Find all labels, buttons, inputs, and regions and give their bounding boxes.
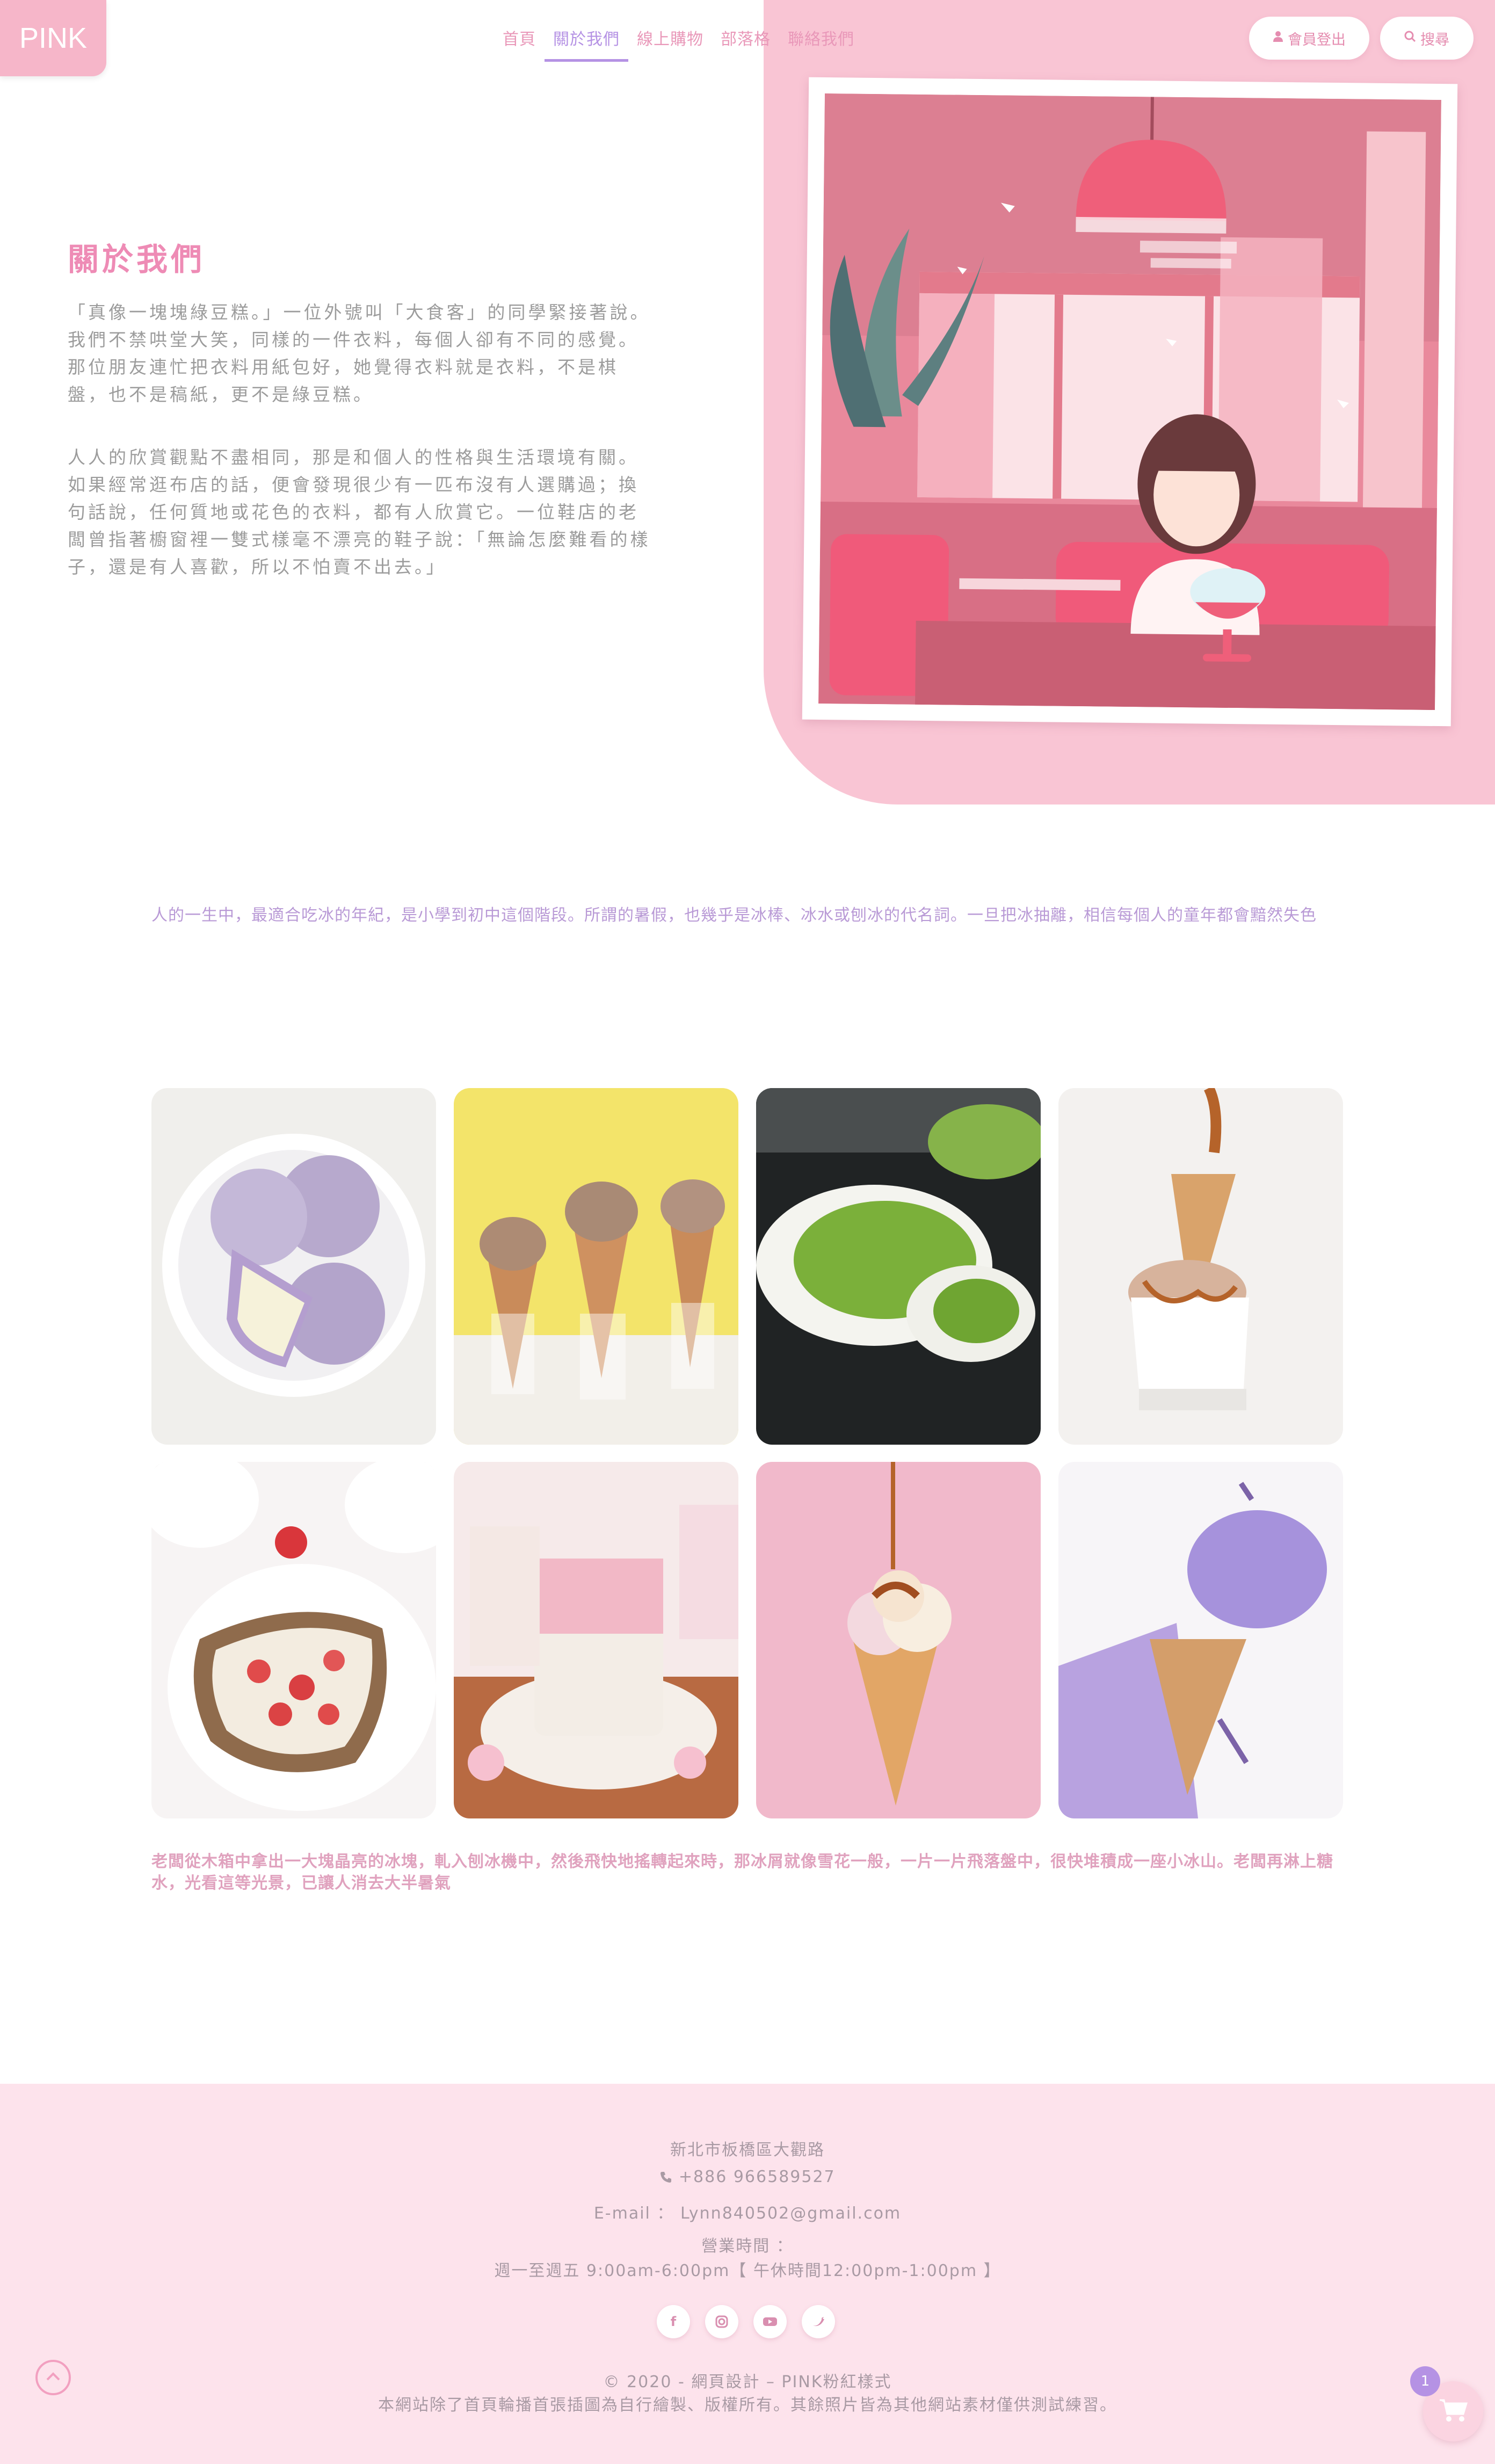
search-icon [1404, 31, 1416, 46]
nav-home[interactable]: 首頁 [494, 26, 545, 59]
footer-phone: +886 966589527 [0, 2168, 1495, 2186]
nav-blog[interactable]: 部落格 [712, 26, 779, 59]
main-nav: 首頁 關於我們 線上購物 部落格 聯絡我們 [494, 26, 863, 62]
chevron-up-icon [46, 2372, 61, 2383]
nav-shop[interactable]: 線上購物 [628, 26, 712, 59]
cart-icon [1439, 2398, 1468, 2425]
site-logo[interactable]: PINK [0, 0, 106, 76]
nav-about[interactable]: 關於我們 [545, 26, 628, 62]
strawberry-toast-photo[interactable] [151, 1462, 436, 1818]
member-logout-label: 會員登出 [1288, 31, 1346, 48]
phone-icon [659, 2168, 679, 2186]
ice-cream-cones-photo[interactable] [454, 1088, 738, 1445]
facebook-icon[interactable]: f [657, 2305, 690, 2338]
sakura-drink-photo[interactable] [454, 1462, 738, 1818]
user-icon [1273, 31, 1283, 46]
back-to-top-button[interactable] [35, 2360, 71, 2395]
nav-contact[interactable]: 聯絡我們 [779, 26, 863, 59]
search-button[interactable]: 搜尋 [1380, 17, 1474, 60]
caramel-ice-cream-photo[interactable] [1058, 1088, 1343, 1445]
about-title: 關於我們 [68, 241, 206, 278]
pink-cone-photo[interactable] [756, 1462, 1041, 1818]
about-paragraph-1: 「真像一塊塊綠豆糕。」一位外號叫「大食客」的同學緊接著說。 我們不禁哄堂大笑，同… [68, 302, 651, 405]
footer-copyright: © 2020 - 網頁設計 – PINK粉紅樣式 [603, 2373, 892, 2391]
footer-email: E-mail ： Lynn840502@gmail.com [593, 2204, 902, 2223]
youtube-icon[interactable] [753, 2305, 787, 2338]
footer-hours: 週一至週五 9:00am-6:00pm【 午休時間12:00pm-1:00pm … [494, 2262, 1001, 2280]
closing-text: 老闆從木箱中拿出一大塊晶亮的冰塊，軋入刨冰機中，然後飛快地搖轉起來時，那冰屑就像… [151, 1852, 1333, 1893]
cafe-illustration [802, 77, 1458, 727]
instagram-icon[interactable] [705, 2305, 738, 2338]
about-paragraph-2: 人人的欣賞觀點不盡相同，那是和個人的性格與生活環境有關。 如果經常逛布店的話，便… [68, 447, 651, 577]
footer-disclaimer: 本網站除了首頁輪播首張插圖為自行繪製、版權所有。其餘照片皆為其他網站素材僅供測試… [378, 2396, 1117, 2415]
twitter-icon[interactable] [802, 2305, 835, 2338]
logo-text: PINK [19, 22, 88, 54]
member-logout-button[interactable]: 會員登出 [1249, 17, 1369, 60]
lavender-ice-cream-photo[interactable] [1058, 1462, 1343, 1818]
search-label: 搜尋 [1420, 31, 1449, 48]
footer-address: 新北市板橋區大觀路 [670, 2141, 825, 2159]
taro-mochi-photo[interactable] [151, 1088, 436, 1445]
footer-hours-label: 營業時間 ： [701, 2237, 794, 2256]
social-links: f [657, 2305, 835, 2338]
about-body: 「真像一塊塊綠豆糕。」一位外號叫「大食客」的同學緊接著說。 我們不禁哄堂大笑，同… [68, 299, 658, 616]
cart-count-badge: 1 [1410, 2366, 1440, 2396]
matcha-mochi-photo[interactable] [756, 1088, 1041, 1445]
phone-number: +886 966589527 [678, 2168, 836, 2186]
intro-text: 人的一生中，最適合吃冰的年紀，是小學到初中這個階段。所謂的暑假，也幾乎是冰棒、冰… [151, 906, 1317, 925]
